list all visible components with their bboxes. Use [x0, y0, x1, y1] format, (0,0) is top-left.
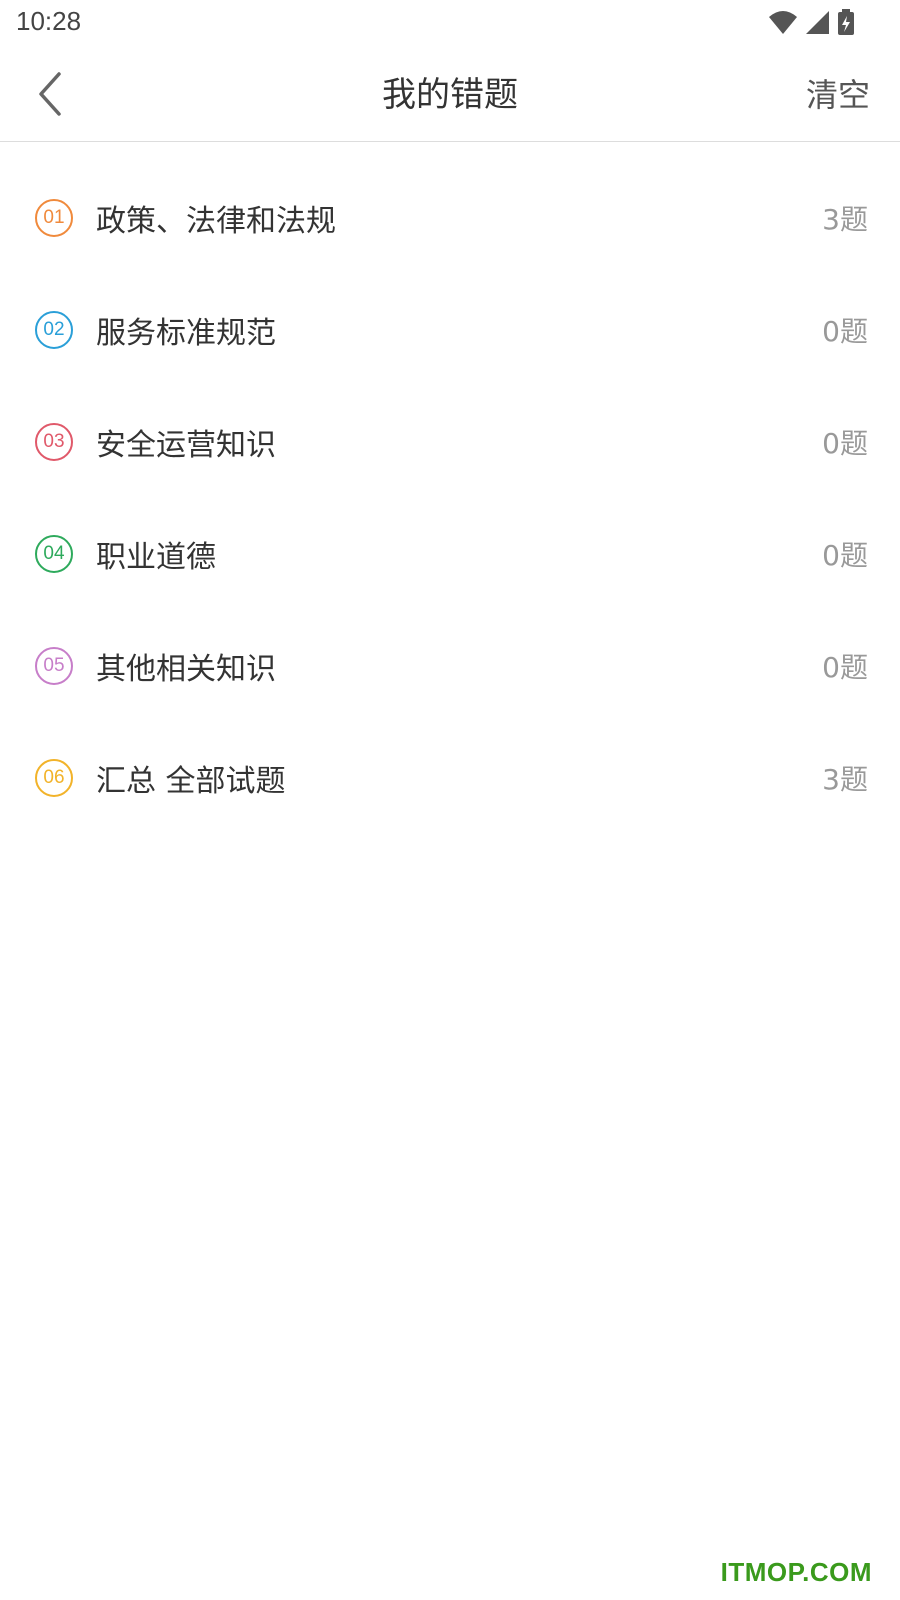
list-item-other-knowledge[interactable]: 05 其他相关知识 0题: [0, 610, 900, 722]
number-badge: 01: [35, 199, 73, 237]
wifi-icon: [768, 9, 798, 39]
item-count: 3题: [822, 203, 868, 236]
watermark: ITMOP.COM: [720, 1557, 872, 1587]
list-item-safety-operations[interactable]: 03 安全运营知识 0题: [0, 386, 900, 498]
number-badge: 03: [35, 423, 73, 461]
number-badge: 06: [35, 759, 73, 797]
status-bar: 10:28: [0, 0, 900, 50]
item-count: 0题: [822, 539, 868, 572]
number-badge: 05: [35, 647, 73, 685]
app-bar: 我的错题 清空: [0, 50, 900, 142]
signal-icon: [804, 9, 830, 39]
clear-button[interactable]: 清空: [806, 70, 870, 120]
item-label: 服务标准规范: [96, 316, 276, 351]
item-label: 职业道德: [96, 540, 216, 575]
status-icons: [768, 8, 856, 40]
number-badge: 02: [35, 311, 73, 349]
item-count: 0题: [822, 427, 868, 460]
number-badge: 04: [35, 535, 73, 573]
item-label: 汇总 全部试题: [96, 764, 286, 799]
item-label: 其他相关知识: [96, 652, 276, 687]
item-label: 政策、法律和法规: [96, 204, 336, 239]
item-count: 0题: [822, 315, 868, 348]
list-item-service-standards[interactable]: 02 服务标准规范 0题: [0, 274, 900, 386]
item-count: 3题: [822, 763, 868, 796]
item-count: 0题: [822, 651, 868, 684]
category-list: 01 政策、法律和法规 3题 02 服务标准规范 0题 03 安全运营知识 0题…: [0, 162, 900, 834]
battery-charging-icon: [836, 8, 856, 40]
status-time: 10:28: [16, 6, 82, 36]
item-label: 安全运营知识: [96, 428, 276, 463]
list-item-summary-all[interactable]: 06 汇总 全部试题 3题: [0, 722, 900, 834]
page-title: 我的错题: [382, 75, 518, 115]
list-item-policy-law[interactable]: 01 政策、法律和法规 3题: [0, 162, 900, 274]
list-item-professional-ethics[interactable]: 04 职业道德 0题: [0, 498, 900, 610]
